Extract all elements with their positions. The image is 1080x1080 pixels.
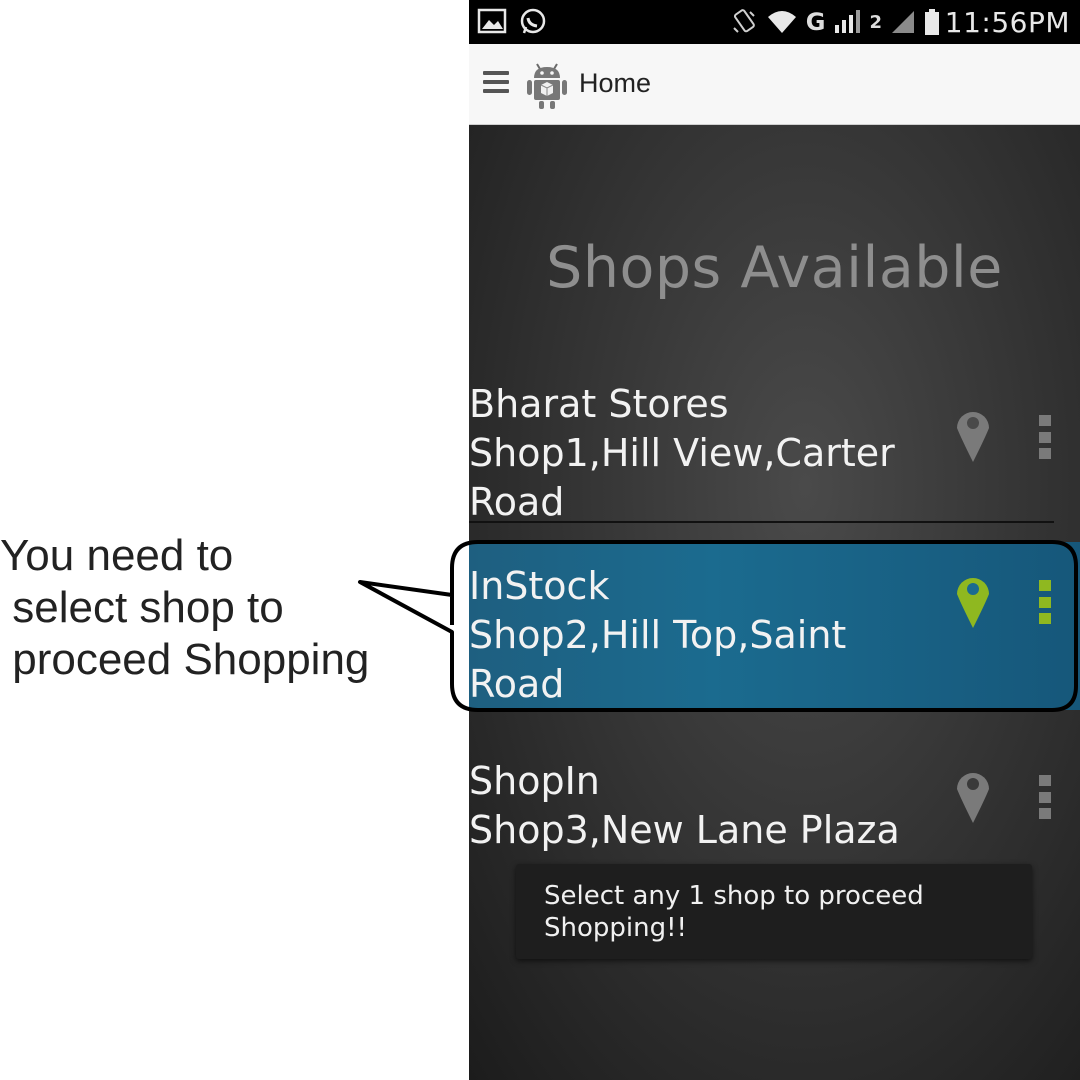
map-pin-icon[interactable] [953, 570, 993, 630]
shop-name: ShopIn [469, 759, 600, 803]
status-time: 11:56PM [944, 6, 1070, 39]
hamburger-icon[interactable] [483, 71, 509, 97]
shop-address-line2: Road [469, 662, 565, 706]
shop-name: InStock [469, 564, 610, 608]
shops-heading: Shops Available [546, 235, 1003, 301]
callout-line-3: proceed Shopping [0, 635, 370, 684]
sim2-label: 2 [869, 11, 882, 33]
action-bar: Home [469, 44, 1080, 125]
shop-address-line1: Shop3,New Lane Plaza [469, 808, 900, 852]
shop-address-line1: Shop2,Hill Top,Saint [469, 613, 847, 657]
gallery-icon [477, 8, 507, 34]
signal-2-icon [892, 11, 914, 33]
android-logo-icon[interactable] [525, 58, 569, 110]
status-bar: G 2 11:56PM [469, 0, 1080, 44]
overflow-menu-icon[interactable] [1039, 775, 1053, 819]
vibrate-icon [733, 9, 755, 33]
list-divider [469, 521, 1054, 523]
shop-list-item-2[interactable]: InStock Shop2,Hill Top,Saint Road [469, 542, 1080, 710]
battery-icon [925, 9, 939, 35]
phone-screen: G 2 11:56PM Home Shops Available Bharat … [469, 0, 1080, 1080]
shop-list-item-1[interactable]: Bharat Stores Shop1,Hill View,Carter Roa… [469, 378, 1080, 524]
overflow-menu-icon[interactable] [1039, 580, 1053, 624]
signal-icon [835, 10, 861, 33]
callout-line-1: You need to [0, 531, 234, 580]
overflow-menu-icon[interactable] [1039, 415, 1053, 459]
shop-address-line2: Road [469, 480, 565, 524]
wifi-icon [767, 11, 796, 33]
map-pin-icon[interactable] [953, 765, 993, 825]
page-title: Home [579, 68, 652, 98]
network-type-label: G [805, 8, 826, 36]
toast-line-1: Select any 1 shop to proceed [544, 881, 924, 911]
callout-annotation: You need to select shop to proceed Shopp… [0, 530, 460, 686]
map-pin-icon[interactable] [953, 404, 993, 464]
whatsapp-icon [520, 8, 546, 34]
shop-list-item-3[interactable]: ShopIn Shop3,New Lane Plaza [469, 757, 1080, 867]
toast-message: Select any 1 shop to proceed Shopping!! [516, 864, 1032, 959]
shop-address-line1: Shop1,Hill View,Carter [469, 431, 895, 475]
toast-line-2: Shopping!! [544, 913, 687, 943]
callout-line-2: select shop to [0, 583, 284, 632]
shop-name: Bharat Stores [469, 382, 729, 426]
